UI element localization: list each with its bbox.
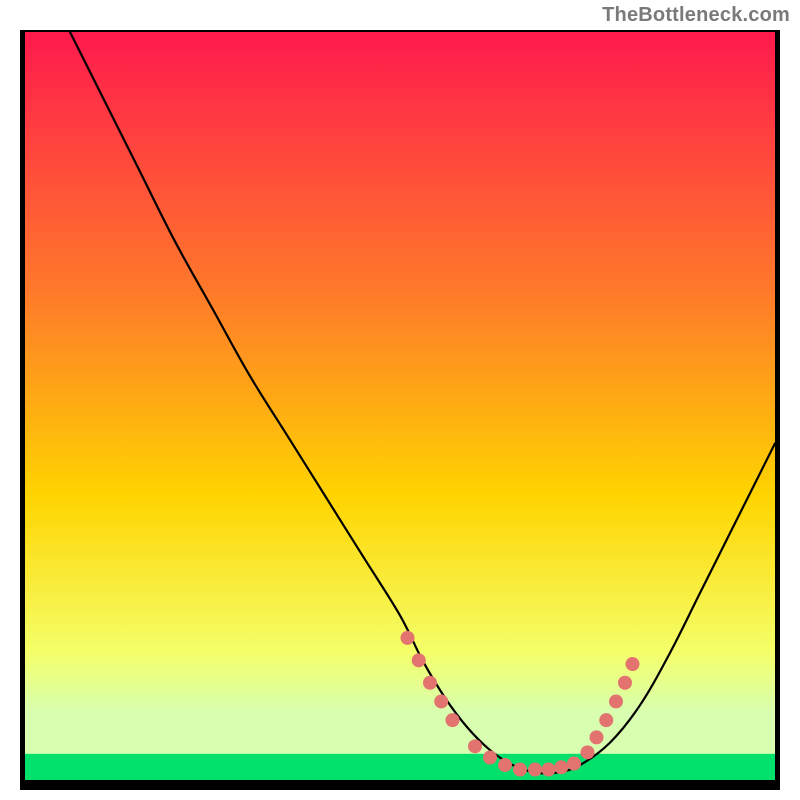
sweet-spot-dot [599,713,613,727]
attribution-text: TheBottleneck.com [602,4,790,27]
sweet-spot-dot [412,653,426,667]
sweet-spot-dot [581,745,595,759]
sweet-spot-dot [618,676,632,690]
sweet-spot-dot [590,730,604,744]
sweet-spot-dot [483,751,497,765]
sweet-spot-dot [626,657,640,671]
sweet-spot-dot [401,631,415,645]
sweet-spot-dot [423,676,437,690]
chart-frame [20,30,780,790]
sweet-spot-dot [446,713,460,727]
sweet-spot-dot [434,694,448,708]
sweet-spot-dot [542,763,556,777]
chart-inner [20,30,780,790]
sweet-spot-dot [468,739,482,753]
sweet-spot-dot [498,758,512,772]
sweet-spot-dot [554,760,568,774]
sweet-spot-dot [528,763,542,777]
sweet-spot-dot [513,763,527,777]
sweet-spot-dot [567,757,581,771]
sweet-spot-dots [20,30,780,790]
sweet-spot-dot [609,694,623,708]
